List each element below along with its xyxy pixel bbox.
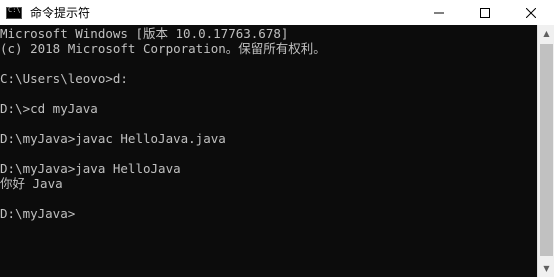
console-app-icon: [6, 6, 22, 19]
console-line: (c) 2018 Microsoft Corporation。保留所有权利。: [0, 41, 326, 56]
maximize-icon: [480, 7, 490, 18]
console-output[interactable]: Microsoft Windows [版本 10.0.17763.678] (c…: [0, 25, 537, 277]
window-title: 命令提示符: [30, 6, 91, 20]
close-icon: [526, 7, 536, 18]
maximize-button[interactable]: [462, 0, 508, 25]
scroll-down-arrow-icon[interactable]: ▼: [538, 260, 554, 277]
title-bar[interactable]: 命令提示符: [0, 0, 554, 25]
console-line: C:\Users\leovo>d:: [0, 71, 128, 86]
scroll-up-arrow-icon[interactable]: ▲: [538, 25, 554, 42]
command-prompt-window: 命令提示符 Microsoft Windows [版本 10.0.17763.6…: [0, 0, 554, 277]
minimize-icon: [434, 12, 444, 13]
console-prompt-line: D:\myJava>: [0, 206, 76, 221]
console-line: D:\myJava>javac HelloJava.java: [0, 131, 226, 146]
vertical-scrollbar[interactable]: ▲ ▼: [537, 25, 554, 277]
scroll-thumb[interactable]: [540, 44, 553, 256]
window-controls: [416, 0, 554, 25]
close-button[interactable]: [508, 0, 554, 25]
console-line: D:\>cd myJava: [0, 101, 98, 116]
console-line: Microsoft Windows [版本 10.0.17763.678]: [0, 26, 289, 41]
console-line: 你好 Java: [0, 176, 63, 191]
console-line: D:\myJava>java HelloJava: [0, 161, 181, 176]
minimize-button[interactable]: [416, 0, 462, 25]
